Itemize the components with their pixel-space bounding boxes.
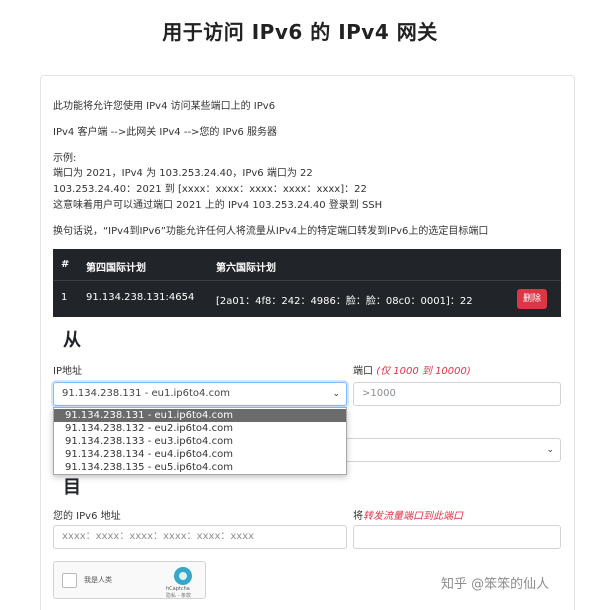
hcaptcha-widget: 我是人类 hCaptcha 隐私 - 条款 [53, 561, 206, 599]
row-num: 1 [61, 292, 68, 303]
ip-address-select[interactable]: 91.134.238.131 - eu1.ip6to4.com ⌄ [53, 382, 347, 406]
captcha-checkbox[interactable] [62, 573, 77, 588]
header-ipv4: 第四国际计划 [86, 263, 146, 274]
ipv6-address-input[interactable]: xxxx：xxxx：xxxx：xxxx：xxxx：xxxx [53, 525, 347, 549]
delete-button[interactable]: 删除 [517, 289, 547, 309]
port-input[interactable]: >1000 [353, 382, 561, 406]
forward-port-input[interactable] [353, 525, 561, 549]
chevron-down-icon: ⌄ [546, 445, 554, 455]
page-title: 用于访问 IPv6 的 IPv4 网关 [162, 20, 438, 44]
header-ipv6: 第六国际计划 [216, 263, 276, 274]
example-title: 示例: [53, 153, 77, 164]
from-heading: 从 [63, 330, 81, 351]
chevron-down-icon: ⌄ [332, 389, 340, 399]
port-label-text: 端口 [353, 366, 373, 377]
rules-table: # 第四国际计划 第六国际计划 1 91.134.238.131:4654 [2… [53, 249, 561, 317]
header-num: # [61, 259, 70, 270]
ip-address-select-value: 91.134.238.131 - eu1.ip6to4.com [62, 388, 230, 399]
captcha-label: 我是人类 [84, 576, 112, 584]
table-header-divider [53, 280, 561, 281]
dropdown-option[interactable]: 91.134.238.135 - eu5.ip6to4.com [54, 461, 346, 474]
row-ipv6: [2a01：4f8：242：4986：脸：脸：08c0：0001]：22 [216, 296, 473, 307]
example-line-1: 端口为 2021，IPv4 为 103.253.24.40，IPv6 端口为 2… [53, 168, 313, 179]
forward-port-label: 将转发流量端口到此端口 [353, 507, 463, 522]
port-label: 端口 (仅 1000 到 10000) [353, 362, 471, 377]
dropdown-option[interactable]: 91.134.238.131 - eu1.ip6to4.com [54, 409, 346, 422]
example-line-2: 103.253.24.40：2021 到 [xxxx：xxxx：xxxx：xxx… [53, 184, 367, 195]
captcha-links[interactable]: 隐私 - 条款 [166, 592, 191, 599]
intro-line-1: 此功能将允许您使用 IPv4 访问某些端口上的 IPv6 [53, 101, 276, 112]
port-hint: (仅 1000 到 10000) [376, 366, 471, 377]
ipv6-address-label: 您的 IPv6 地址 [53, 511, 121, 522]
watermark: 知乎 @笨笨的仙人 [441, 577, 550, 592]
ip-address-label: IP地址 [53, 366, 82, 377]
intro-line-2: IPv4 客户端 -->此网关 IPv4 -->您的 IPv6 服务器 [53, 127, 278, 138]
to-heading: 目 [63, 477, 81, 498]
intro-summary: 换句话说，“IPv4到IPv6”功能允许任何人将流量从IPv4上的特定端口转发到… [53, 226, 489, 237]
ip-address-dropdown: 91.134.238.131 - eu1.ip6to4.com 91.134.2… [53, 407, 347, 475]
hcaptcha-logo-icon [174, 567, 192, 585]
example-line-3: 这意味着用户可以通过端口 2021 上的 IPv4 103.253.24.40 … [53, 200, 383, 211]
forward-port-label-prefix: 将 [353, 511, 363, 522]
dropdown-option[interactable]: 91.134.238.132 - eu2.ip6to4.com [54, 422, 346, 435]
dropdown-option[interactable]: 91.134.238.133 - eu3.ip6to4.com [54, 435, 346, 448]
dropdown-option[interactable]: 91.134.238.134 - eu4.ip6to4.com [54, 448, 346, 461]
forward-port-hint: 转发流量端口到此端口 [363, 511, 463, 522]
row-ipv4: 91.134.238.131:4654 [86, 292, 195, 303]
